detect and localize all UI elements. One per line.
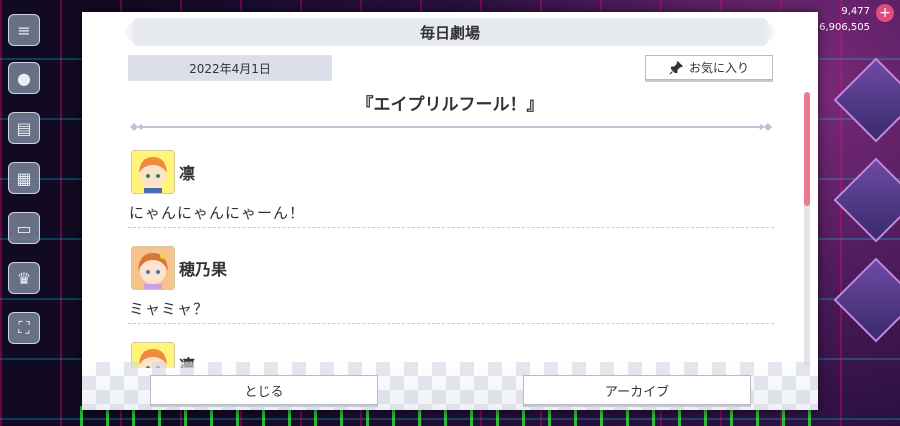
title-divider bbox=[130, 123, 772, 131]
favorite-button[interactable]: お気に入り bbox=[645, 55, 773, 80]
rin-avatar bbox=[131, 150, 175, 194]
deco-tile bbox=[833, 157, 900, 243]
close-button[interactable]: とじる bbox=[150, 375, 378, 405]
deco-tile bbox=[833, 57, 900, 143]
plus-icon[interactable]: + bbox=[876, 4, 894, 22]
speaker-name: 穂乃果 bbox=[179, 260, 228, 279]
monitor-icon[interactable]: ▭ bbox=[8, 212, 40, 244]
honoka-avatar bbox=[131, 246, 175, 290]
daily-theater-dialog: 毎日劇場 2022年4月1日 お気に入り 『エイプリルフール！』 凛 にゃんにゃ… bbox=[82, 12, 818, 410]
scrollbar-thumb[interactable] bbox=[804, 92, 810, 206]
speaker-name: 凛 bbox=[179, 164, 196, 183]
dialog-title: 毎日劇場 bbox=[122, 18, 778, 46]
deco-tile bbox=[833, 257, 900, 343]
chat-icon[interactable]: ● bbox=[8, 62, 40, 94]
counter-bottom: 6,906,505 bbox=[819, 22, 870, 33]
fullscreen-icon[interactable]: ⛶ bbox=[8, 312, 40, 344]
left-menu-rail: ≡ ● ▤ ▦ ▭ ♛ ⛶ bbox=[0, 0, 46, 426]
episode-title: 『エイプリルフール！』 bbox=[356, 95, 544, 115]
list-item: 穂乃果 ミャミャ？ bbox=[128, 236, 774, 332]
message-separator bbox=[128, 227, 774, 228]
message-text: にゃんにゃんにゃーん！ bbox=[129, 204, 306, 222]
right-side-decor: 9,477 6,906,505 + bbox=[816, 0, 900, 426]
list-item: 凛 にゃんにゃんにゃーん！ bbox=[128, 140, 774, 236]
message-text: ミャミャ？ bbox=[129, 300, 210, 318]
hamburger-menu-icon[interactable]: ≡ bbox=[8, 14, 40, 46]
date-label: 2022年4月1日 bbox=[128, 55, 332, 81]
favorite-label: お気に入り bbox=[688, 61, 749, 75]
message-separator bbox=[128, 323, 774, 324]
message-list[interactable]: 凛 にゃんにゃんにゃーん！ 穂乃果 ミャミャ？ bbox=[128, 140, 774, 368]
scrollbar[interactable] bbox=[804, 92, 810, 366]
gift-icon[interactable]: ▦ bbox=[8, 162, 40, 194]
bag-icon[interactable]: ▤ bbox=[8, 112, 40, 144]
archive-button[interactable]: アーカイブ bbox=[523, 375, 751, 405]
counter-top: 9,477 bbox=[841, 6, 870, 17]
pin-icon bbox=[669, 60, 683, 75]
trophy-icon[interactable]: ♛ bbox=[8, 262, 40, 294]
